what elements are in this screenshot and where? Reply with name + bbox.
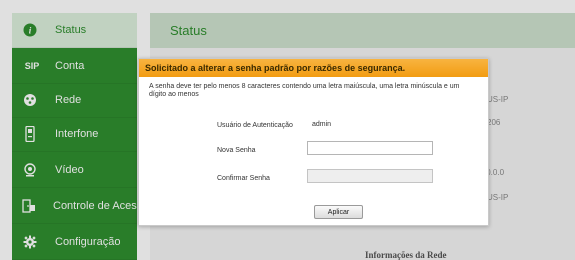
auth-user-label: Usuário de Autenticação xyxy=(217,122,293,129)
new-password-field[interactable] xyxy=(307,141,433,155)
password-requirements-text: A senha deve ter pelo menos 8 caracteres… xyxy=(149,83,460,98)
dialog-title: Solicitado a alterar a senha padrão por … xyxy=(139,59,488,77)
auth-user-value: admin xyxy=(312,121,332,128)
new-password-label: Nova Senha xyxy=(217,147,256,154)
confirm-password-field[interactable] xyxy=(307,169,433,183)
apply-button[interactable]: Aplicar xyxy=(314,205,363,219)
confirm-password-label: Confirmar Senha xyxy=(217,175,270,182)
change-password-dialog: Solicitado a alterar a senha padrão por … xyxy=(138,58,489,226)
